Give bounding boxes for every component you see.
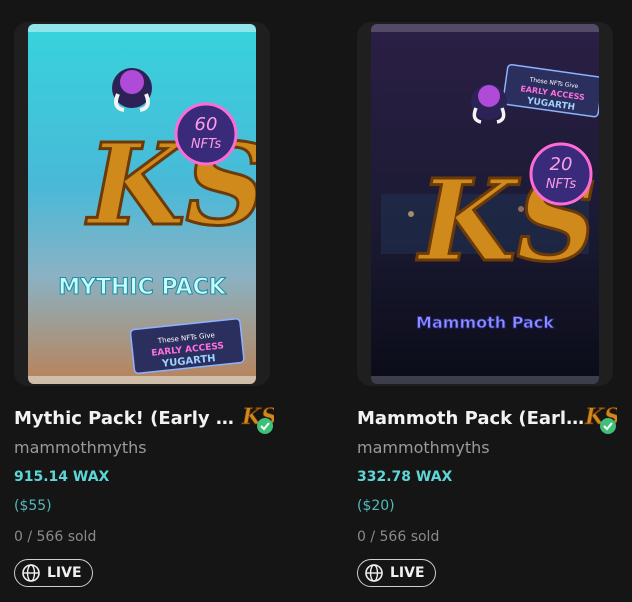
mythic-pack-art: KS 60 NFTs MYTHIC PACK These NFTs Give E… (28, 24, 256, 384)
globe-icon (22, 564, 40, 582)
svg-text:Mammoth Pack: Mammoth Pack (416, 313, 554, 332)
nft-card-mammoth-pack[interactable]: These NFTs Give EARLY ACCESS YUGARTH KS … (357, 22, 620, 587)
live-label: LIVE (47, 565, 82, 581)
svg-text:NFTs: NFTs (191, 137, 222, 152)
price-wax: 915.14 WAX (14, 469, 110, 485)
nft-card-mythic-pack[interactable]: KS 60 NFTs MYTHIC PACK These NFTs Give E… (14, 22, 277, 587)
card-image[interactable]: KS 60 NFTs MYTHIC PACK These NFTs Give E… (14, 22, 270, 386)
creator-name[interactable]: mammothmyths (357, 437, 613, 459)
live-label: LIVE (390, 565, 425, 581)
price-usd: ($20) (357, 498, 395, 514)
live-badge: LIVE (14, 559, 93, 587)
price-usd: ($55) (14, 498, 52, 514)
card-title[interactable]: Mythic Pack! (Early Ac... (14, 406, 242, 432)
card-title[interactable]: Mammoth Pack (Early ... (357, 406, 585, 432)
ks-verified-icon: KS (240, 400, 277, 436)
sold-count: 0 / 566 sold (357, 529, 440, 545)
sold-count: 0 / 566 sold (14, 529, 97, 545)
mammoth-pack-art: These NFTs Give EARLY ACCESS YUGARTH KS … (371, 24, 599, 384)
creator-name[interactable]: mammothmyths (14, 437, 270, 459)
svg-text:MYTHIC PACK: MYTHIC PACK (58, 275, 227, 300)
svg-text:20: 20 (550, 154, 573, 175)
card-image[interactable]: These NFTs Give EARLY ACCESS YUGARTH KS … (357, 22, 613, 386)
ks-verified-icon: KS (583, 400, 620, 436)
price-wax: 332.78 WAX (357, 469, 453, 485)
globe-icon (365, 564, 383, 582)
svg-text:60: 60 (195, 114, 218, 135)
svg-text:NFTs: NFTs (546, 177, 577, 192)
live-badge: LIVE (357, 559, 436, 587)
